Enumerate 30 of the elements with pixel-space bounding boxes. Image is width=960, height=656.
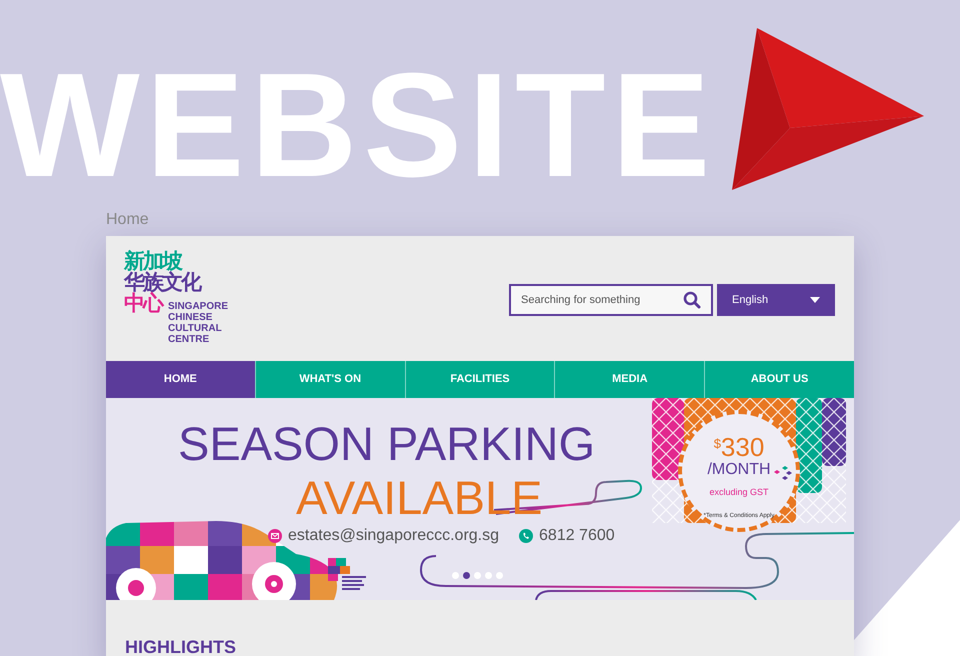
logo-text: CENTRE xyxy=(168,334,210,345)
price-amount: 330 xyxy=(720,434,764,460)
caret-icon xyxy=(810,297,820,303)
section-heading: HIGHLIGHTS xyxy=(125,638,237,656)
phone-number: 6812 7600 xyxy=(539,526,615,546)
nav-tab[interactable]: HOME xyxy=(106,361,255,398)
logo-text: CULTURAL xyxy=(168,323,223,334)
search-icon[interactable] xyxy=(683,291,701,309)
page-label: Home xyxy=(106,210,149,230)
nav-tab[interactable]: ABOUT US xyxy=(704,361,854,398)
email-address: estates@singaporeccc.org.sg xyxy=(288,526,500,546)
email-icon xyxy=(268,529,282,543)
price-note: excluding GST xyxy=(709,486,769,499)
language-dropdown[interactable]: English xyxy=(717,284,835,316)
diamonds-icon xyxy=(774,466,792,482)
logo-text: SINGAPORE xyxy=(168,301,228,312)
logo-chinese-text: 新加坡 xyxy=(124,250,181,271)
logo-text: CHINESE xyxy=(168,312,214,323)
currency-sign: $ xyxy=(714,437,721,450)
banner-title: AVAILABLE xyxy=(296,474,542,521)
nav-tab[interactable]: WHAT'S ON xyxy=(254,361,405,398)
banner-title: SEASON PARKING xyxy=(178,420,596,467)
phone-icon xyxy=(519,529,534,543)
nav-tab[interactable]: FACILITIES xyxy=(404,361,554,398)
logo-chinese-text: 华族文化 xyxy=(124,271,200,292)
price-period: /MONTH xyxy=(707,460,771,480)
search-field[interactable]: Searching for something xyxy=(509,284,713,316)
nav-tab[interactable]: MEDIA xyxy=(554,361,704,398)
logo-chinese-text: 中心 xyxy=(124,292,162,313)
small-logo-drawing xyxy=(328,558,366,590)
